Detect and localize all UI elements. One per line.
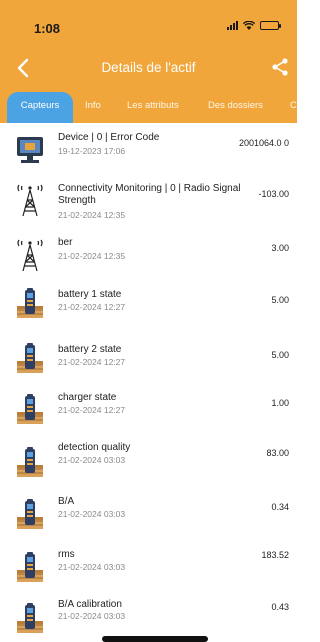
sensor-row[interactable]: Device | 0 | Error Code 19-12-2023 17:06…	[0, 123, 297, 173]
sensor-title: B/A calibration	[58, 599, 122, 610]
tab-capteurs[interactable]: Capteurs	[7, 92, 73, 123]
status-icons	[227, 21, 281, 30]
sensor-date: 21-02-2024 03:03	[58, 562, 126, 572]
sensor-value: 83.00	[266, 448, 289, 458]
sensor-date: 19-12-2023 17:06	[58, 146, 126, 156]
tab-attributs[interactable]: Les attributs	[127, 92, 179, 123]
sensor-date: 21-02-2024 03:03	[58, 611, 126, 621]
battery-icon	[260, 21, 281, 30]
sensor-row[interactable]: B/A 21-02-2024 03:03 0.34	[0, 491, 297, 543]
radio-tower-icon	[17, 239, 43, 272]
device-box-icon	[17, 603, 43, 633]
status-bar: 1:08	[0, 0, 297, 44]
device-box-icon	[17, 447, 43, 477]
sensor-value: 5.00	[271, 295, 289, 305]
home-indicator	[102, 636, 208, 642]
sensor-date: 21-02-2024 12:35	[58, 210, 126, 220]
sensor-date: 21-02-2024 03:03	[58, 455, 126, 465]
sensor-date: 21-02-2024 03:03	[58, 509, 126, 519]
sensor-title: battery 2 state	[58, 344, 122, 355]
device-box-icon	[17, 394, 43, 424]
sensor-value: 3.00	[271, 243, 289, 253]
sensor-title: Connectivity Monitoring | 0 | Radio Sign…	[58, 183, 241, 206]
status-time: 1:08	[34, 21, 61, 36]
tab-bar: Capteurs Info Les attributs Des dossiers…	[0, 92, 297, 123]
monitor-chip-icon	[17, 137, 43, 163]
sensor-value: 0.34	[271, 502, 289, 512]
device-box-icon	[17, 552, 43, 582]
sensor-title: detection quality	[58, 442, 131, 453]
sensor-row[interactable]: Connectivity Monitoring | 0 | Radio Sign…	[0, 178, 297, 230]
sensor-title: B/A	[58, 496, 75, 507]
sensor-date: 21-02-2024 12:27	[58, 302, 126, 312]
sensor-value: 2001064.0 0	[238, 138, 289, 148]
device-box-icon	[17, 499, 43, 529]
cellular-signal-icon	[227, 21, 238, 30]
share-icon[interactable]	[271, 57, 289, 77]
sensor-title: rms	[58, 549, 75, 560]
sensor-row[interactable]: detection quality 21-02-2024 03:03 83.00	[0, 439, 297, 491]
sensor-date: 21-02-2024 12:27	[58, 405, 126, 415]
sensor-value: 5.00	[271, 350, 289, 360]
tab-more[interactable]: C	[290, 92, 297, 123]
sensor-title: battery 1 state	[58, 289, 122, 300]
sensor-value: -103.00	[258, 189, 289, 199]
page-title: Details de l'actif	[101, 60, 196, 75]
sensor-date: 21-02-2024 12:27	[58, 357, 126, 367]
wifi-icon	[243, 21, 255, 30]
sensor-value: 1.00	[271, 398, 289, 408]
sensor-row[interactable]: B/A calibration 21-02-2024 03:03 0.43	[0, 595, 297, 642]
sensor-value: 183.52	[261, 550, 289, 560]
device-box-icon	[17, 288, 43, 318]
sensor-title: ber	[58, 237, 73, 248]
sensor-row[interactable]: charger state 21-02-2024 12:27 1.00	[0, 386, 297, 438]
radio-tower-icon	[17, 184, 43, 217]
sensor-title: Device | 0 | Error Code	[58, 132, 160, 143]
tab-info[interactable]: Info	[85, 92, 101, 123]
sensor-row[interactable]: battery 1 state 21-02-2024 12:27 5.00	[0, 280, 297, 332]
app-header: 1:08 Details de l'actif Capteurs Info Le…	[0, 0, 297, 123]
sensor-date: 21-02-2024 12:35	[58, 251, 126, 261]
sensor-row[interactable]: rms 21-02-2024 03:03 183.52	[0, 544, 297, 596]
tab-dossiers[interactable]: Des dossiers	[208, 92, 263, 123]
sensor-title: charger state	[58, 392, 117, 403]
sensor-row[interactable]: ber 21-02-2024 12:35 3.00	[0, 233, 297, 278]
device-box-icon	[17, 343, 43, 373]
top-app-bar: Details de l'actif	[0, 52, 297, 84]
sensor-row[interactable]: battery 2 state 21-02-2024 12:27 5.00	[0, 335, 297, 387]
sensor-value: 0.43	[271, 602, 289, 612]
